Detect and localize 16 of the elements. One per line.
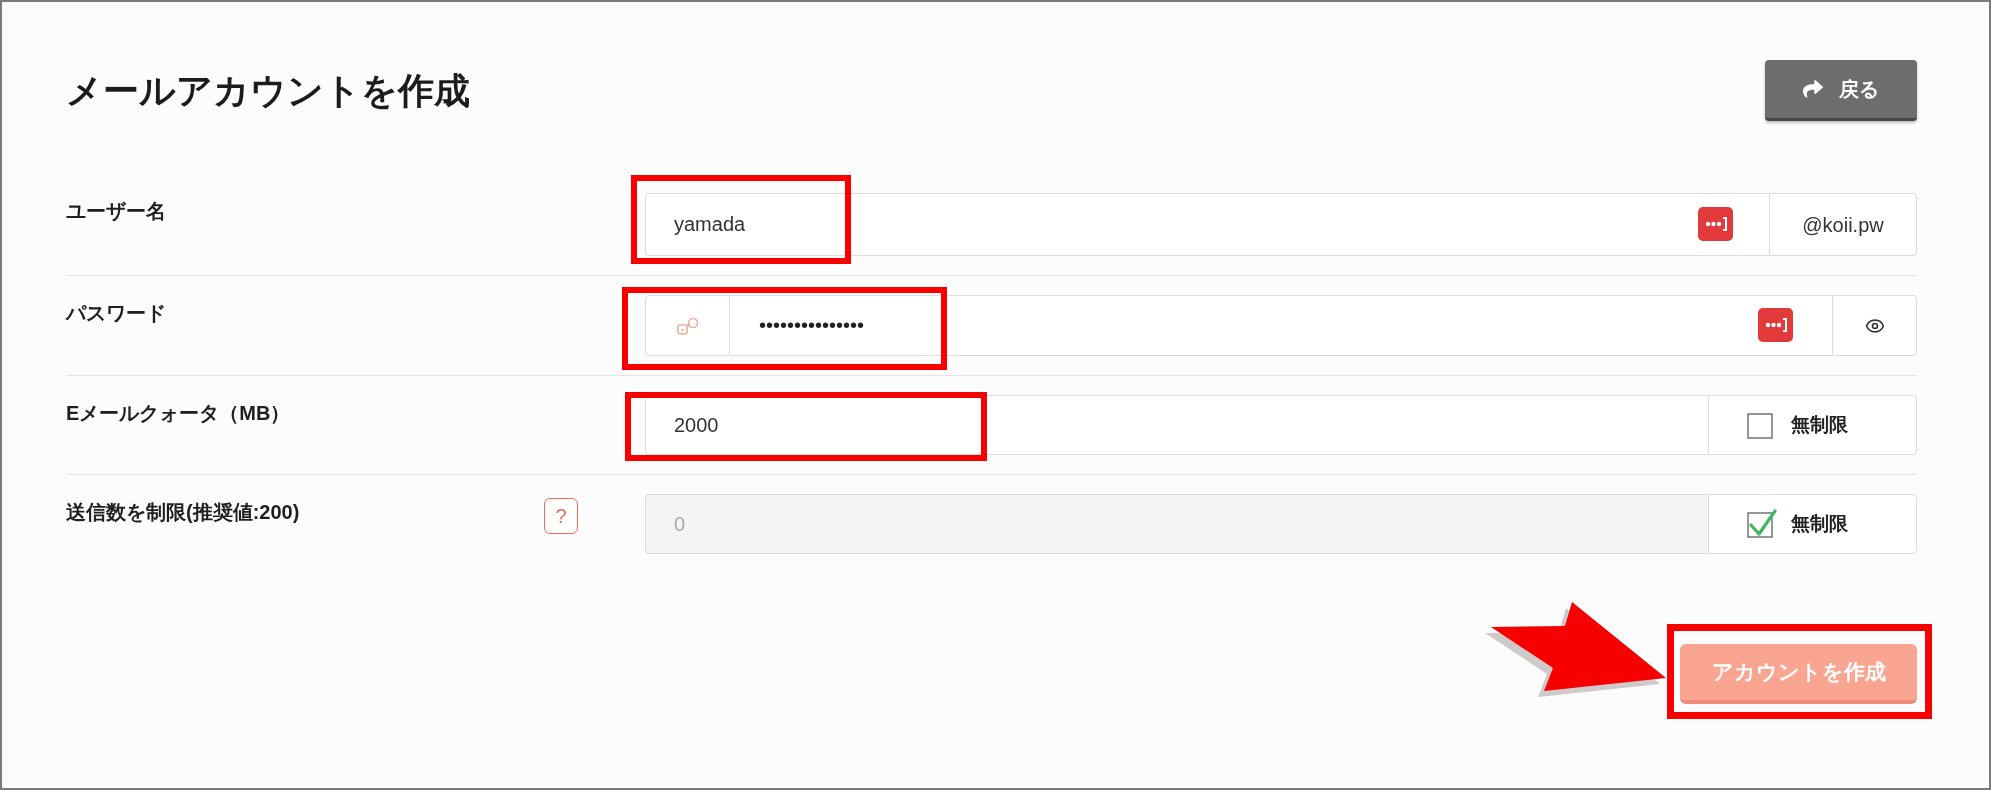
page-title: メールアカウントを作成 (66, 68, 470, 113)
password-dots-icon[interactable] (1698, 207, 1733, 241)
key-icon (676, 316, 699, 335)
field-label: パスワード (66, 301, 166, 326)
show-password-button[interactable] (1832, 295, 1917, 356)
field-label: 送信数を制限(推奨値:200) (66, 500, 300, 525)
curved-arrow-icon (1803, 79, 1823, 99)
domain-suffix: @koii.pw (1769, 193, 1917, 256)
password-dots-icon[interactable] (1758, 308, 1793, 342)
field-label: ユーザー名 (66, 199, 166, 224)
field-label: Eメールクォータ（MB） (66, 401, 291, 426)
username-field[interactable]: yamada (645, 193, 1769, 256)
password-field[interactable]: ••••••••••••••• (730, 295, 1832, 356)
unlimited-option[interactable]: 無制限 (1708, 395, 1917, 455)
number-field[interactable]: 2000 (645, 395, 1708, 455)
back-button[interactable]: 戻る (1765, 60, 1917, 121)
